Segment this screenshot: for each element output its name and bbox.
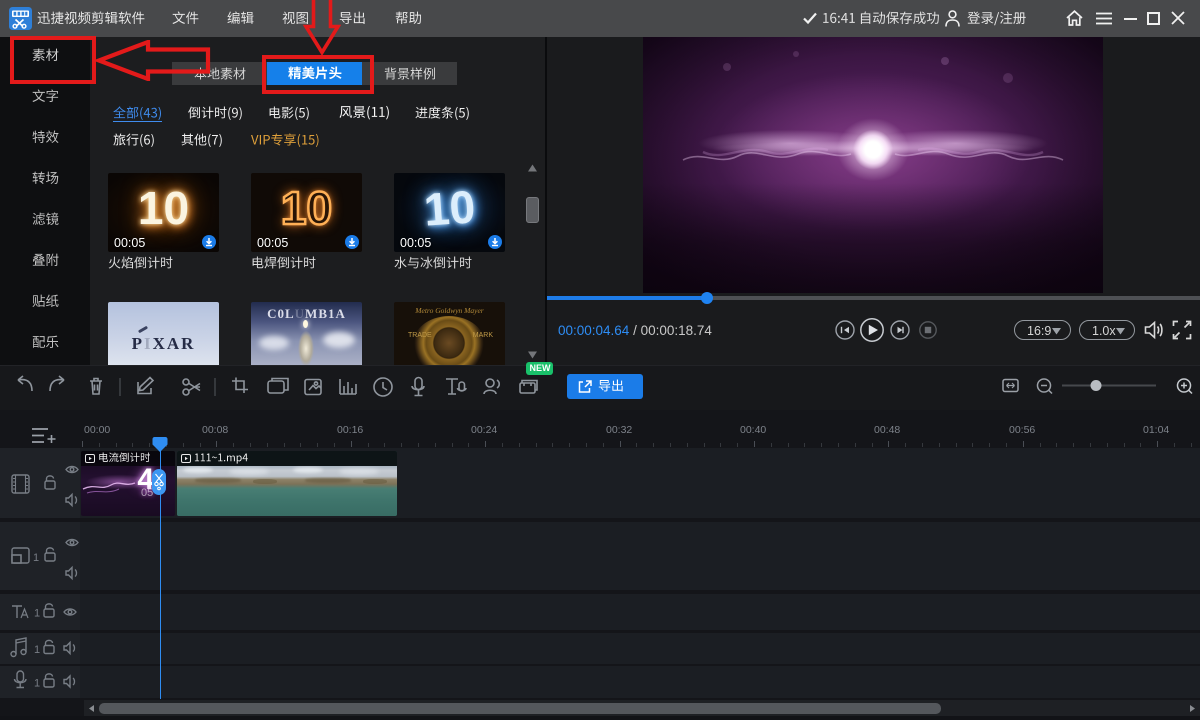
svg-text:1: 1 (34, 608, 40, 620)
svg-text:1: 1 (34, 678, 40, 690)
svg-text:1: 1 (34, 644, 40, 656)
svg-text:1: 1 (33, 552, 39, 564)
